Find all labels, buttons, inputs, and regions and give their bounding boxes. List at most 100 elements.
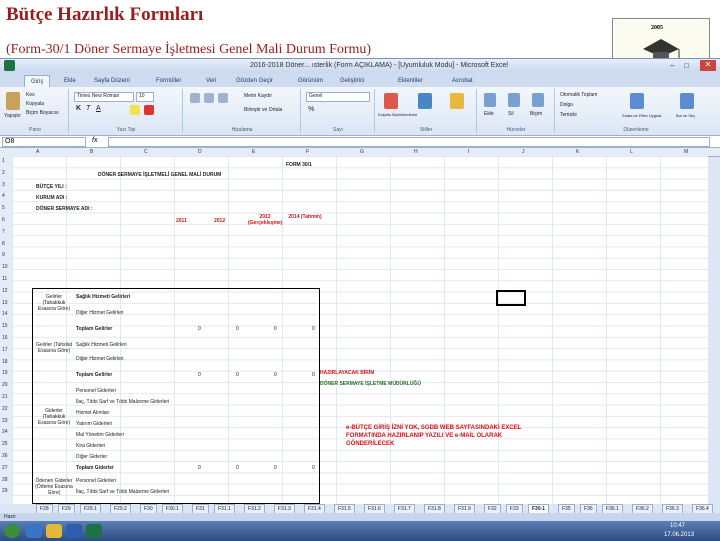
clear-button[interactable]: Temizle <box>560 112 577 118</box>
row-header[interactable]: 24 <box>2 429 8 435</box>
paste-button[interactable]: Yapıştır <box>4 113 21 119</box>
column-header[interactable]: L <box>630 149 633 155</box>
sheet-tab[interactable]: F31.9 <box>454 504 475 513</box>
merge-center-button[interactable]: Birleştir ve Ortala <box>244 107 282 113</box>
column-header[interactable]: I <box>468 149 469 155</box>
row-header[interactable]: 25 <box>2 441 8 447</box>
row-header[interactable]: 1 <box>2 158 5 164</box>
row-header[interactable]: 2 <box>2 170 5 176</box>
close-icon[interactable]: ✕ <box>700 60 716 71</box>
ribbon-tab[interactable]: Sayfa Düzeni <box>88 75 136 87</box>
format-table-icon[interactable] <box>418 93 432 109</box>
column-header[interactable]: H <box>414 149 418 155</box>
insert-button[interactable]: Ekle <box>484 111 494 117</box>
sort-filter-icon[interactable] <box>630 93 644 109</box>
ribbon-tab[interactable]: Acrobat <box>446 75 479 87</box>
row-header[interactable]: 17 <box>2 347 8 353</box>
row-header[interactable]: 5 <box>2 205 5 211</box>
column-header[interactable]: M <box>684 149 688 155</box>
row-header[interactable]: 11 <box>2 276 7 282</box>
insert-cells-icon[interactable] <box>484 93 496 107</box>
conditional-format-icon[interactable] <box>384 93 398 109</box>
fill-button[interactable]: Dolgu <box>560 102 573 108</box>
sheet-tab[interactable]: F36.1 <box>602 504 623 513</box>
formula-input[interactable] <box>108 137 710 147</box>
fx-icon[interactable]: fx <box>92 137 97 144</box>
ribbon-tab[interactable]: Veri <box>200 75 222 87</box>
row-header[interactable]: 26 <box>2 453 8 459</box>
row-header[interactable]: 4 <box>2 193 5 199</box>
sheet-tab[interactable]: F31.8 <box>424 504 445 513</box>
fill-color-icon[interactable] <box>130 105 140 115</box>
row-header[interactable]: 23 <box>2 418 8 424</box>
paste-icon[interactable] <box>6 92 20 110</box>
sheet-tab[interactable]: F31.6 <box>364 504 385 513</box>
sheet-tab[interactable]: F31.2 <box>244 504 265 513</box>
row-header[interactable]: 10 <box>2 264 8 270</box>
row-header[interactable]: 6 <box>2 217 5 223</box>
row-header[interactable]: 27 <box>2 465 8 471</box>
sheet-tab[interactable]: F33 <box>506 504 523 513</box>
name-box[interactable]: O8 <box>2 137 86 147</box>
format-painter-button[interactable]: Biçim Boyacısı <box>26 110 59 116</box>
row-header[interactable]: 20 <box>2 382 8 388</box>
row-header[interactable]: 16 <box>2 335 8 341</box>
ribbon-tab[interactable]: Geliştirici <box>334 75 370 87</box>
row-header[interactable]: 9 <box>2 252 5 258</box>
column-header[interactable]: F <box>306 149 309 155</box>
row-header[interactable]: 21 <box>2 394 8 400</box>
font-color-icon[interactable] <box>144 105 154 115</box>
find-select-button[interactable]: Bul ve Seç <box>676 113 695 118</box>
sheet-tab[interactable]: F31 <box>192 504 209 513</box>
row-header[interactable]: 28 <box>2 477 8 483</box>
sheet-tab[interactable]: F35 <box>558 504 575 513</box>
excel-app-icon[interactable] <box>4 60 15 71</box>
sheet-tab[interactable]: F29.2 <box>110 504 131 513</box>
row-header[interactable]: 12 <box>2 288 8 294</box>
ribbon-tab[interactable]: Formüller <box>150 75 187 87</box>
sheet-tab[interactable]: F36 <box>580 504 597 513</box>
cut-button[interactable]: Kes <box>26 92 35 98</box>
delete-cells-icon[interactable] <box>508 93 520 107</box>
sheet-tab[interactable]: F31.7 <box>394 504 415 513</box>
wrap-text-button[interactable]: Metni Kaydır <box>244 93 272 99</box>
sheet-tab[interactable]: F36.2 <box>632 504 653 513</box>
row-header[interactable]: 14 <box>2 311 8 317</box>
sheet-tab[interactable]: F36.4 <box>692 504 713 513</box>
sheet-tab[interactable]: F36.3 <box>662 504 683 513</box>
ribbon-tab[interactable]: Ekle <box>58 75 82 87</box>
start-button[interactable] <box>4 524 20 538</box>
column-header[interactable]: G <box>360 149 364 155</box>
font-size-select[interactable]: 10 <box>136 92 154 102</box>
font-name-select[interactable]: Times New Roman <box>74 92 134 102</box>
conditional-format-button[interactable]: Koşullu Biçimlendirme <box>378 112 417 117</box>
copy-button[interactable]: Kopyala <box>26 101 44 107</box>
column-header[interactable]: B <box>90 149 93 155</box>
selected-cell-o8[interactable] <box>496 290 526 306</box>
row-header[interactable]: 3 <box>2 182 5 188</box>
delete-button[interactable]: Sil <box>508 111 514 117</box>
column-header[interactable]: J <box>522 149 525 155</box>
align-top-icon[interactable] <box>190 93 200 103</box>
percent-icon[interactable]: % <box>308 106 314 113</box>
explorer-taskbar-icon[interactable] <box>46 524 62 538</box>
column-header[interactable]: D <box>198 149 202 155</box>
ribbon-tab[interactable]: Görünüm <box>292 75 329 87</box>
sheet-tab[interactable]: F31.5 <box>334 504 355 513</box>
sheet-tab[interactable]: F28 <box>36 504 53 513</box>
minimize-icon[interactable]: – <box>670 61 674 70</box>
sheet-tab[interactable]: F31.1 <box>214 504 235 513</box>
column-header[interactable]: K <box>576 149 579 155</box>
bold-icon[interactable]: K <box>76 105 81 112</box>
maximize-icon[interactable]: □ <box>684 61 689 70</box>
sort-filter-button[interactable]: Sırala ve Filtre Uygula <box>622 113 661 118</box>
sheet-tab[interactable]: F31.3 <box>274 504 295 513</box>
column-header[interactable]: E <box>252 149 255 155</box>
sheet-tab[interactable]: F31.4 <box>304 504 325 513</box>
sheet-tab[interactable]: F32 <box>484 504 501 513</box>
ie-taskbar-icon[interactable] <box>26 524 42 538</box>
align-middle-icon[interactable] <box>204 93 214 103</box>
column-header[interactable]: C <box>144 149 148 155</box>
format-cells-icon[interactable] <box>532 93 544 107</box>
ribbon-tab[interactable]: Eklentiler <box>392 75 429 87</box>
